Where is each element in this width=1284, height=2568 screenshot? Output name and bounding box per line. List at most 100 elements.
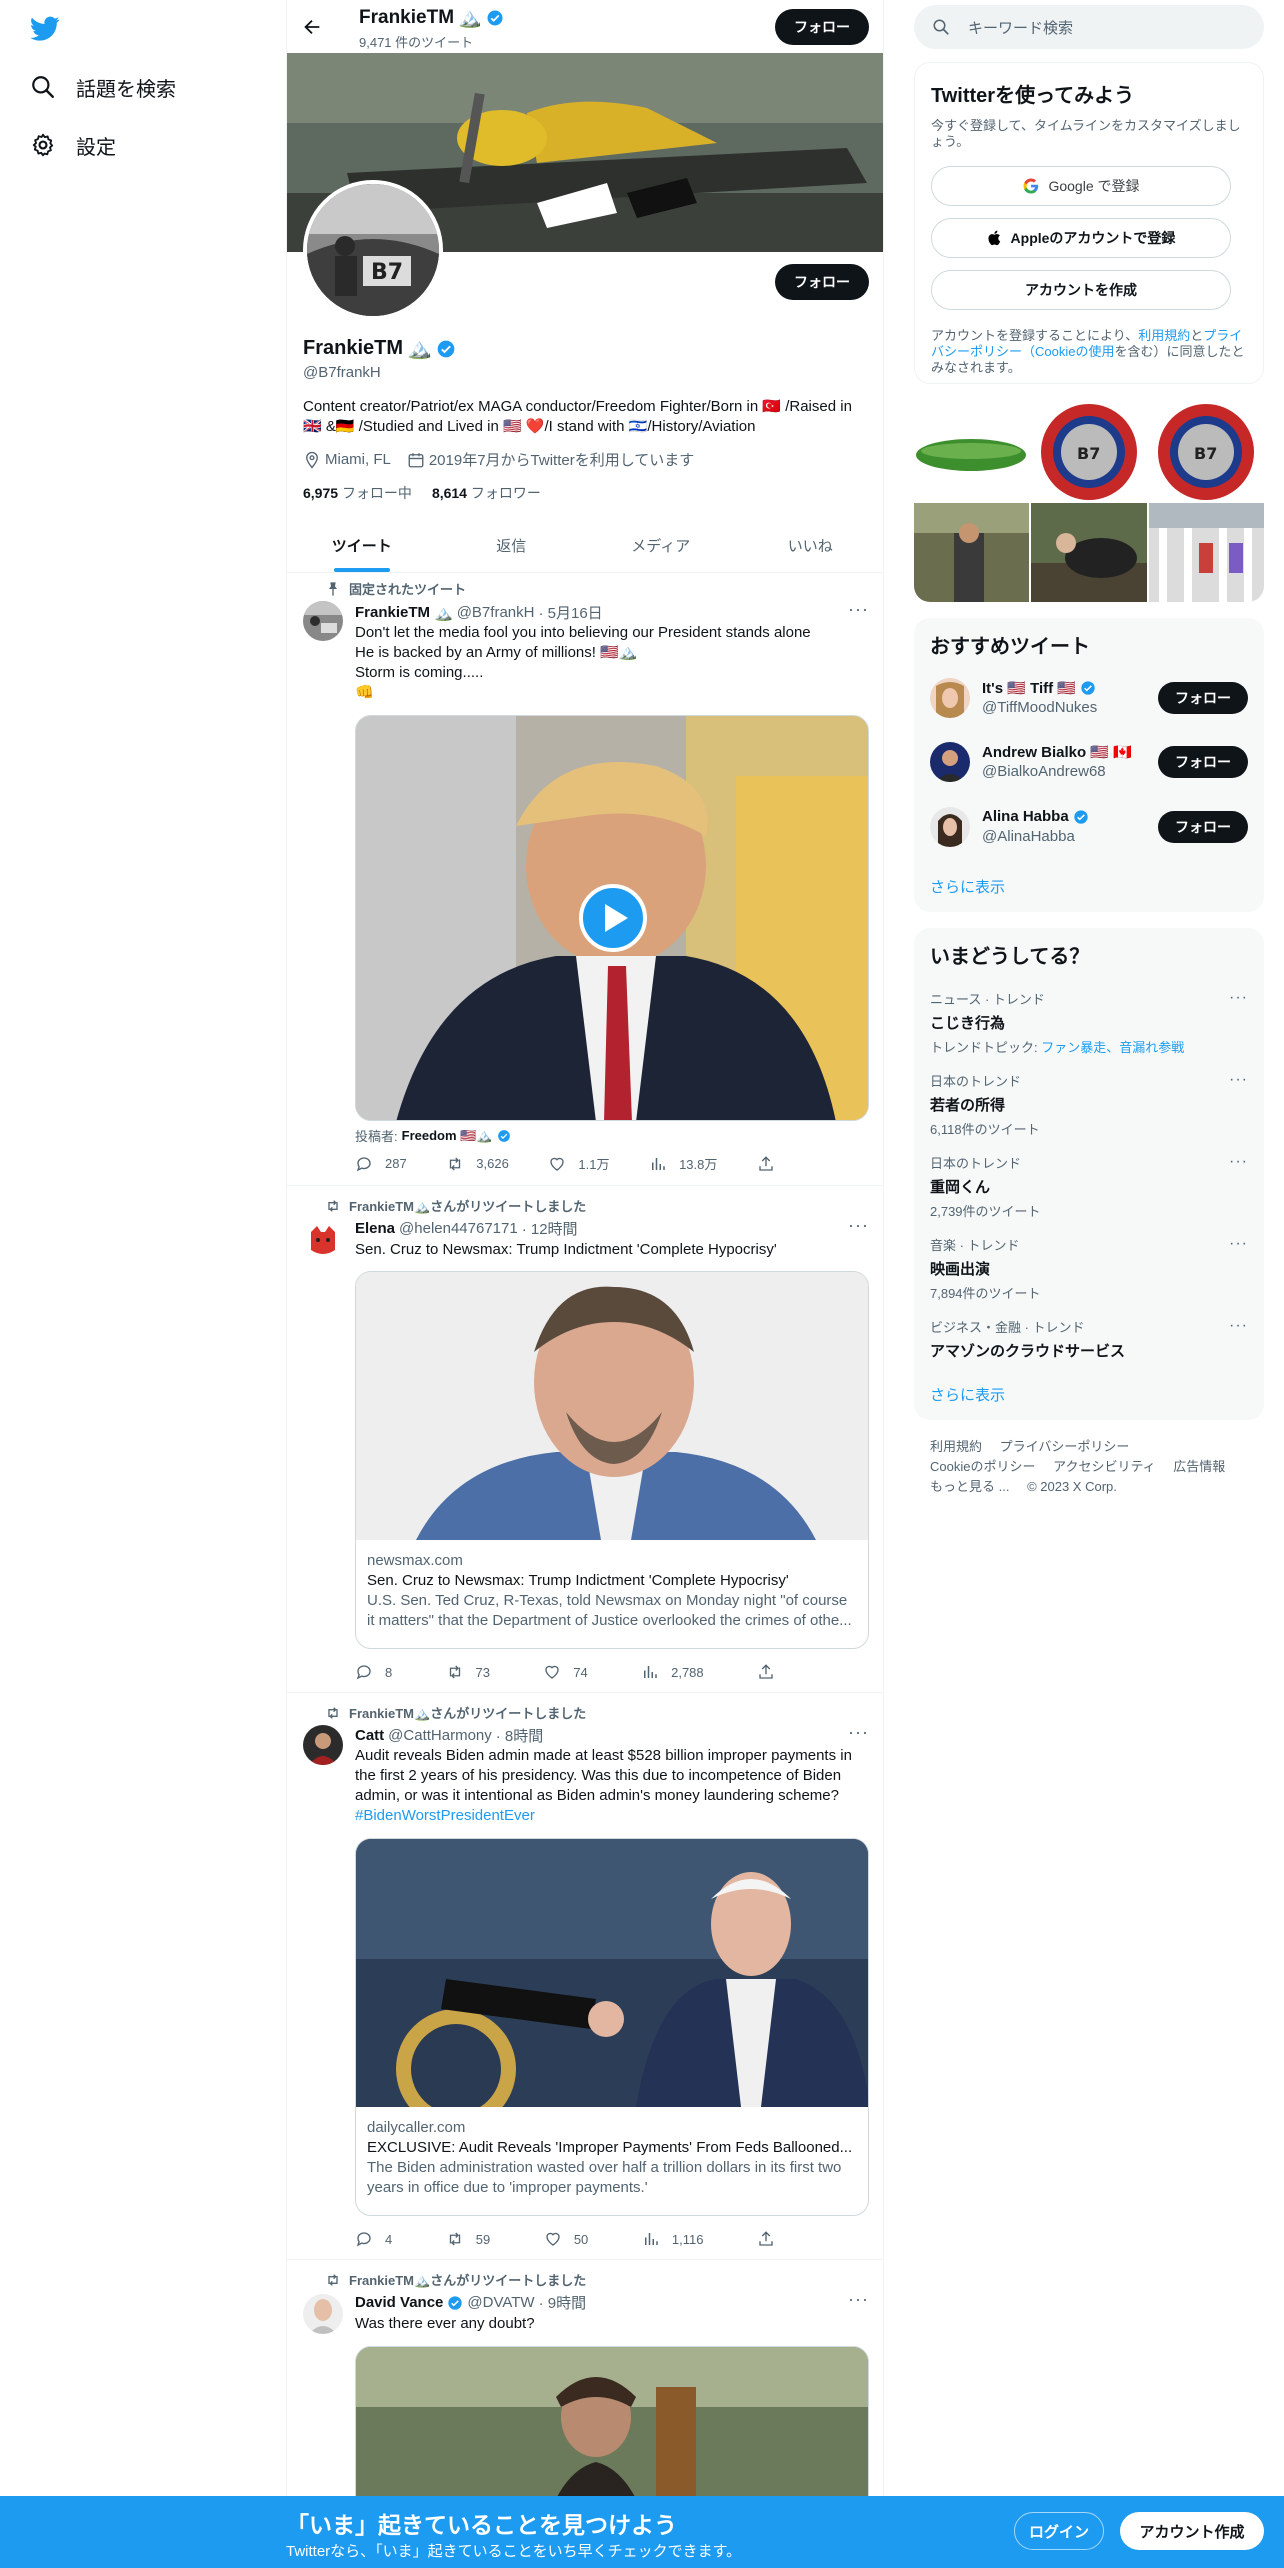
tweet-time[interactable]: · 9時間: [539, 2292, 587, 2313]
trend-item[interactable]: 音楽 · トレンド 映画出演 7,894件のツイート ···: [930, 1235, 1248, 1302]
profile-avatar[interactable]: B7: [303, 180, 443, 320]
recommended-user[interactable]: It's 🇺🇸 Tiff 🇺🇸 @TiffMoodNukes フォロー: [930, 678, 1248, 718]
show-more-link[interactable]: さらに表示: [930, 1384, 1005, 1405]
more-options-icon[interactable]: ···: [848, 1722, 869, 1743]
create-account-button[interactable]: アカウントを作成: [931, 270, 1231, 310]
tweet-video[interactable]: [355, 715, 869, 1121]
footer-link[interactable]: もっと見る ...: [930, 1479, 1009, 1494]
signup-button[interactable]: アカウント作成: [1120, 2512, 1264, 2550]
apple-signup-button[interactable]: Appleのアカウントで登録: [931, 218, 1231, 258]
media-thumbnail[interactable]: B7: [1149, 403, 1264, 501]
more-options-icon[interactable]: ···: [1229, 989, 1248, 1007]
more-options-icon[interactable]: ···: [1229, 1071, 1248, 1089]
link-card-meta[interactable]: dailycaller.com EXCLUSIVE: Audit Reveals…: [355, 2106, 869, 2210]
trend-item[interactable]: ビジネス・金融 · トレンド アマゾンのクラウドサービス ···: [930, 1317, 1248, 1361]
recommended-user[interactable]: Andrew Bialko 🇺🇸 🇨🇦 @BialkoAndrew68 フォロー: [930, 742, 1248, 782]
follow-button[interactable]: フォロー: [1158, 811, 1248, 843]
views-button[interactable]: 2,788: [641, 1663, 704, 1681]
card-description: years in office due to 'improper payment…: [367, 2179, 648, 2196]
twitter-logo-icon[interactable]: [30, 16, 60, 42]
user-avatar[interactable]: [930, 807, 970, 847]
tab-likes[interactable]: いいね: [736, 520, 884, 572]
retweet-button[interactable]: 59: [446, 2230, 490, 2248]
follow-button[interactable]: フォロー: [775, 264, 869, 300]
tweet-text: Was there ever any doubt?: [355, 2314, 867, 2334]
link-card-meta[interactable]: newsmax.com Sen. Cruz to Newsmax: Trump …: [355, 1539, 869, 1643]
share-button[interactable]: [757, 2230, 775, 2248]
footer-link[interactable]: 利用規約: [930, 1439, 982, 1454]
views-button[interactable]: 13.8万: [649, 1154, 717, 1173]
trend-item[interactable]: 日本のトレンド 重岡くん 2,739件のツイート ···: [930, 1153, 1248, 1220]
like-button[interactable]: 50: [544, 2230, 588, 2248]
recommended-user[interactable]: Alina Habba @AlinaHabba フォロー: [930, 807, 1248, 847]
trend-item[interactable]: ニュース · トレンド こじき行為 トレンドトピック: ファン暴走、音漏れ参戦 …: [930, 989, 1248, 1056]
hashtag-link[interactable]: #BidenWorstPresidentEver: [355, 1806, 867, 1826]
tweet-author-name[interactable]: Elena: [355, 1220, 395, 1237]
tweet-author-handle[interactable]: @helen44767171: [399, 1220, 518, 1237]
terms-link[interactable]: 利用規約: [1138, 328, 1190, 343]
tweet-author-name[interactable]: David Vance: [355, 2294, 443, 2311]
following-link[interactable]: 6,975 フォロー中: [303, 483, 412, 503]
footer-link[interactable]: 広告情報: [1173, 1459, 1225, 1474]
reply-button[interactable]: 8: [355, 1663, 392, 1681]
tweet[interactable]: FrankieTM🏔️さんがリツイートしました Elena @helen4476…: [287, 1186, 883, 1693]
share-button[interactable]: [757, 1154, 775, 1173]
more-options-icon[interactable]: ···: [1229, 1235, 1248, 1253]
tab-media[interactable]: メディア: [586, 520, 736, 572]
tweet-author-name[interactable]: Catt: [355, 1727, 384, 1744]
more-options-icon[interactable]: ···: [1229, 1153, 1248, 1171]
media-thumbnail[interactable]: [914, 403, 1029, 501]
more-options-icon[interactable]: ···: [848, 1215, 869, 1236]
tab-replies[interactable]: 返信: [437, 520, 587, 572]
tweet-avatar[interactable]: [303, 1220, 343, 1260]
trend-category: ニュース · トレンド: [930, 992, 1045, 1007]
user-avatar[interactable]: [930, 742, 970, 782]
follow-button-top[interactable]: フォロー: [775, 9, 869, 45]
login-button[interactable]: ログイン: [1014, 2512, 1104, 2550]
back-arrow-icon[interactable]: [301, 16, 323, 38]
retweet-button[interactable]: 73: [446, 1663, 490, 1681]
footer-link[interactable]: Cookieのポリシー: [930, 1459, 1035, 1474]
followers-link[interactable]: 8,614 フォロワー: [432, 483, 541, 503]
footer-link[interactable]: プライバシーポリシー: [1000, 1439, 1130, 1454]
trend-item[interactable]: 日本のトレンド 若者の所得 6,118件のツイート ···: [930, 1071, 1248, 1138]
media-thumbnail[interactable]: [1031, 503, 1147, 602]
posted-by-name[interactable]: Freedom 🇺🇸🏔️: [402, 1128, 493, 1144]
more-options-icon[interactable]: ···: [1229, 1317, 1248, 1335]
show-more-link[interactable]: さらに表示: [930, 876, 1005, 897]
follow-button[interactable]: フォロー: [1158, 746, 1248, 778]
more-options-icon[interactable]: ···: [848, 599, 869, 620]
views-button[interactable]: 1,116: [642, 2230, 703, 2248]
reply-button[interactable]: 287: [355, 1154, 407, 1173]
tweet-author-handle[interactable]: @B7frankH: [457, 604, 535, 621]
like-button[interactable]: 1.1万: [548, 1154, 609, 1173]
tweet[interactable]: 固定されたツイート FrankieTM 🏔️ @B7frankH · 5月16日…: [287, 573, 883, 1186]
follow-button[interactable]: フォロー: [1158, 682, 1248, 714]
media-thumbnail[interactable]: [1149, 503, 1264, 602]
media-thumbnail[interactable]: [914, 503, 1029, 602]
google-signup-button[interactable]: Google で登録: [931, 166, 1231, 206]
tweet-author-handle[interactable]: @DVATW: [467, 2294, 534, 2311]
user-avatar[interactable]: [930, 678, 970, 718]
tweet-time[interactable]: · 8時間: [496, 1725, 544, 1746]
tweet-author-handle[interactable]: @CattHarmony: [388, 1727, 492, 1744]
retweet-button[interactable]: 3,626: [446, 1154, 509, 1173]
tweet[interactable]: FrankieTM🏔️さんがリツイートしました Catt @CattHarmon…: [287, 1693, 883, 2260]
share-button[interactable]: [757, 1663, 775, 1681]
reply-button[interactable]: 4: [355, 2230, 392, 2248]
tweet-avatar[interactable]: [303, 601, 343, 641]
footer-link[interactable]: アクセシビリティ: [1053, 1459, 1156, 1474]
tweet-time[interactable]: · 5月16日: [538, 602, 602, 623]
tweet-author-name[interactable]: FrankieTM: [355, 604, 430, 621]
more-options-icon[interactable]: ···: [848, 2289, 869, 2310]
tweet-avatar[interactable]: [303, 1725, 343, 1765]
tweet-avatar[interactable]: [303, 2294, 343, 2334]
trend-topic-link[interactable]: ファン暴走、音漏れ参戦: [1041, 1040, 1184, 1055]
search-box[interactable]: キーワード検索: [914, 5, 1264, 49]
nav-settings[interactable]: 設定: [30, 125, 116, 165]
like-button[interactable]: 74: [543, 1663, 588, 1681]
tab-tweets[interactable]: ツイート: [287, 520, 437, 572]
tweet-time[interactable]: · 12時間: [522, 1218, 578, 1239]
nav-explore[interactable]: 話題を検索: [30, 67, 176, 107]
media-thumbnail[interactable]: B7: [1031, 403, 1147, 501]
